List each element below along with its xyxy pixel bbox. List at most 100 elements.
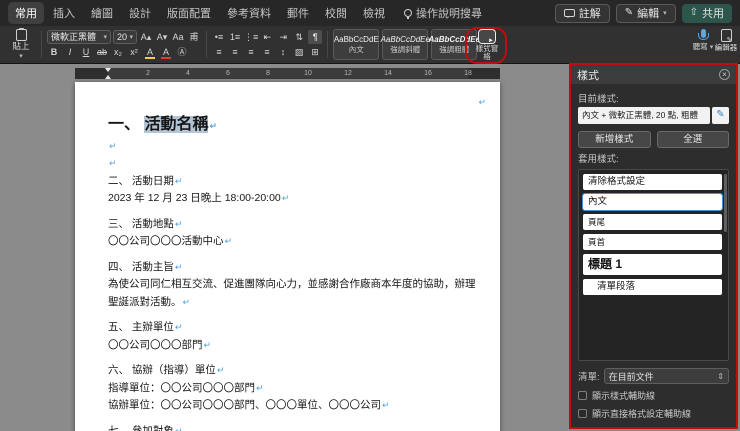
text-highlight-color-icon[interactable]: A bbox=[143, 45, 157, 60]
style-item-頁首[interactable]: 頁首 bbox=[583, 234, 722, 250]
shading-icon[interactable]: ▨ bbox=[292, 45, 306, 59]
tell-me-tab[interactable]: 操作說明搜尋 bbox=[404, 5, 482, 21]
list-scope-value: 在目前文件 bbox=[608, 371, 654, 382]
document-line[interactable]: ↵ bbox=[108, 155, 488, 173]
style-item-清單段落[interactable]: 清單段落 bbox=[583, 279, 722, 295]
align-right-icon[interactable]: ≡ bbox=[244, 45, 258, 59]
editor-button[interactable]: 編輯器 bbox=[714, 29, 738, 52]
shrink-font-icon[interactable]: A▾ bbox=[155, 30, 169, 44]
ribbon-tab-繪圖[interactable]: 繪圖 bbox=[84, 2, 120, 24]
multilevel-list-icon[interactable]: ⋮≡ bbox=[244, 30, 258, 44]
document-page[interactable]: ↵ 一、 活動名稱↵ ↵ ↵ 二、 活動日期↵ 2023 年 12 月 23 日晚上 18… bbox=[75, 82, 500, 431]
line-text: 一、 bbox=[108, 115, 145, 133]
checkbox[interactable] bbox=[578, 409, 587, 418]
document-line[interactable]: 〇〇公司〇〇〇活動中心↵ bbox=[108, 233, 488, 251]
ribbon-tab-校閱[interactable]: 校閱 bbox=[318, 2, 354, 24]
horizontal-ruler[interactable]: 2 4 6 8 10 12 14 16 18 bbox=[75, 68, 500, 79]
paragraph-mark-icon: ↵ bbox=[478, 97, 486, 107]
sort-icon[interactable]: ⇅ bbox=[292, 30, 306, 44]
comment-icon bbox=[563, 9, 575, 18]
numbered-list-icon[interactable]: 1≡ bbox=[228, 30, 242, 44]
ribbon-tab-設計[interactable]: 設計 bbox=[122, 2, 158, 24]
change-case-icon[interactable]: Aa bbox=[171, 30, 185, 44]
increase-indent-icon[interactable]: ⇥ bbox=[276, 30, 290, 44]
document-line[interactable]: 二、 活動日期↵ bbox=[108, 173, 488, 191]
editing-mode-button[interactable]: ✎ 編輯 ▾ bbox=[615, 3, 676, 23]
scrollbar-thumb[interactable] bbox=[724, 174, 727, 232]
document-line[interactable]: 指導單位：〇〇公司〇〇〇部門↵ bbox=[108, 380, 488, 398]
document-line[interactable]: 〇〇公司〇〇〇部門↵ bbox=[108, 337, 488, 355]
document-line[interactable]: 聖誕派對活動。↵ bbox=[108, 294, 488, 312]
subscript-icon[interactable]: x₂ bbox=[111, 45, 125, 59]
style-item-清除格式設定[interactable]: 清除格式設定 bbox=[583, 174, 722, 190]
paragraph-mark-icon: ↵ bbox=[203, 339, 212, 350]
clipboard-icon bbox=[15, 28, 27, 41]
font-name-select[interactable]: 微軟正黑體 ▾ bbox=[47, 29, 111, 44]
font-color-icon[interactable]: A bbox=[159, 45, 173, 60]
align-left-icon[interactable]: ≡ bbox=[212, 45, 226, 59]
comments-button[interactable]: 註解 bbox=[554, 3, 610, 23]
ribbon-tab-常用[interactable]: 常用 bbox=[8, 2, 44, 24]
paste-button[interactable]: 貼上 ▾ bbox=[6, 28, 36, 60]
document-heading[interactable]: 一、 活動名稱↵ bbox=[108, 112, 488, 138]
document-line[interactable]: 五、 主辦單位↵ bbox=[108, 319, 488, 337]
tell-me-label: 操作說明搜尋 bbox=[416, 8, 482, 20]
line-spacing-icon[interactable]: ↕ bbox=[276, 45, 290, 59]
document-line[interactable]: 協辦單位：〇〇公司〇〇〇部門、〇〇〇單位、〇〇〇公司↵ bbox=[108, 397, 488, 415]
style-item-頁尾[interactable]: 頁尾 bbox=[583, 214, 722, 230]
style-gallery-item-1[interactable]: AaBbCcDdE 內文 bbox=[333, 29, 380, 60]
ribbon-tab-版面配置[interactable]: 版面配置 bbox=[160, 2, 218, 24]
document-line[interactable]: ↵ bbox=[108, 138, 488, 156]
ribbon-tab-插入[interactable]: 插入 bbox=[46, 2, 82, 24]
bold-icon[interactable]: B bbox=[47, 45, 61, 59]
enclose-character-icon[interactable]: Ⓐ bbox=[175, 45, 189, 59]
style-item-標題 1[interactable]: 標題 1 bbox=[583, 254, 722, 275]
select-all-button[interactable]: 全選 bbox=[656, 131, 729, 148]
style-item-內文[interactable]: 內文 bbox=[582, 193, 723, 211]
align-center-icon[interactable]: ≡ bbox=[228, 45, 242, 59]
italic-icon[interactable]: I bbox=[63, 45, 77, 59]
style-gallery-item-2[interactable]: AaBbCcDdEe 強調斜體 bbox=[381, 29, 430, 60]
ribbon-tab-檢視[interactable]: 檢視 bbox=[356, 2, 392, 24]
ribbon-tab-郵件[interactable]: 郵件 bbox=[280, 2, 316, 24]
styles-pane-label: 樣式窗格 bbox=[475, 44, 499, 61]
styles-pane-button[interactable]: 樣式窗格 bbox=[470, 28, 504, 62]
font-size-value: 20 bbox=[117, 31, 128, 42]
panel-option-row[interactable]: 顯示直接格式設定輔助線 bbox=[578, 407, 729, 420]
left-indent-marker[interactable] bbox=[105, 72, 111, 79]
document-line[interactable]: ↵ bbox=[108, 94, 488, 112]
underline-icon[interactable]: U bbox=[79, 45, 93, 59]
document-line[interactable]: 三、 活動地點↵ bbox=[108, 216, 488, 234]
share-button[interactable]: ⇧ 共用 bbox=[681, 3, 732, 23]
document-line[interactable]: 七、 參加對象↵ bbox=[108, 423, 488, 431]
brush-icon[interactable]: ✎ bbox=[712, 107, 729, 124]
panel-option-row[interactable]: 顯示樣式輔助線 bbox=[578, 389, 729, 402]
document-line[interactable]: 四、 活動主旨↵ bbox=[108, 259, 488, 277]
bullet-list-icon[interactable]: •≡ bbox=[212, 30, 226, 44]
list-scope-select[interactable]: 在目前文件 ⇕ bbox=[603, 368, 729, 384]
phonetic-guide-icon[interactable]: 甫 bbox=[187, 30, 201, 44]
document-line[interactable]: 六、 協辦（指導）單位↵ bbox=[108, 362, 488, 380]
current-style-label: 目前樣式: bbox=[578, 94, 619, 105]
line-text: 二、 活動日期 bbox=[108, 174, 174, 187]
ribbon-tab-參考資料[interactable]: 參考資料 bbox=[220, 2, 278, 24]
justify-icon[interactable]: ≡ bbox=[260, 45, 274, 59]
separator bbox=[327, 31, 329, 58]
borders-icon[interactable]: ⊞ bbox=[308, 45, 322, 59]
document-line[interactable]: 為使公司同仁相互交流、促進團隊向心力，並感謝合作廠商本年度的協助，辦理 bbox=[108, 276, 488, 294]
checkbox[interactable] bbox=[578, 391, 587, 400]
styles-gallery-group: AaBbCcDdE 內文 AaBbCcDdEe 強調斜體 AaBbCcDdEe 強調粗體 › bbox=[333, 28, 489, 61]
paragraph-mark-icon: ↵ bbox=[216, 365, 225, 375]
close-icon[interactable]: × bbox=[719, 69, 730, 80]
chevron-down-icon: ▾ bbox=[19, 53, 23, 60]
grow-font-icon[interactable]: A▴ bbox=[139, 30, 153, 44]
decrease-indent-icon[interactable]: ⇤ bbox=[260, 30, 274, 44]
font-size-select[interactable]: 20 ▾ bbox=[113, 29, 137, 44]
superscript-icon[interactable]: x² bbox=[127, 45, 141, 59]
strikethrough-icon[interactable]: ab bbox=[95, 45, 109, 59]
dictate-button[interactable]: 聽寫 ▾ bbox=[690, 29, 716, 52]
new-style-button[interactable]: 新增樣式 bbox=[578, 131, 651, 148]
document-line[interactable]: 2023 年 12 月 23 日晚上 18:00-20:00↵ bbox=[108, 190, 488, 208]
style-gallery-label: 強調粗體 bbox=[439, 45, 470, 54]
show-formatting-marks-icon[interactable]: ¶ bbox=[308, 29, 323, 44]
